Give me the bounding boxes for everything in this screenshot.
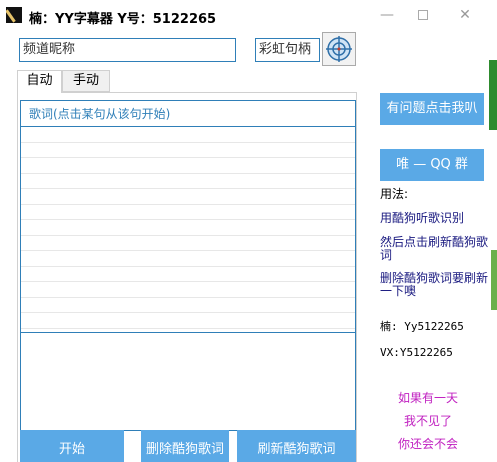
lyrics-list-header: 歌词(点击某句从该句开始) (21, 101, 355, 127)
poem-line: 如果有一天 (397, 391, 458, 405)
delete-lyrics-button[interactable]: 删除酷狗歌词 (141, 430, 229, 462)
list-item[interactable] (21, 251, 355, 267)
contact-wechat: VX:Y5122265 (380, 346, 453, 359)
tab-manual[interactable]: 手动 (62, 70, 110, 92)
usage-step: 删除酷狗歌词要刷新一下噢 (380, 271, 489, 298)
list-item[interactable] (21, 205, 355, 220)
background-edge (491, 250, 497, 310)
contact-yy: 楠: Yy5122265 (380, 320, 464, 333)
list-item[interactable] (21, 143, 355, 158)
crosshair-icon (326, 36, 352, 62)
rainbow-handle-field[interactable]: 彩虹句柄 (255, 38, 320, 62)
background-edge (489, 60, 497, 130)
usage-title: 用法: (380, 187, 409, 201)
output-area[interactable] (20, 333, 356, 431)
list-item[interactable] (21, 174, 355, 189)
channel-nickname-input[interactable]: 频道昵称 (19, 38, 236, 62)
refresh-lyrics-button[interactable]: 刷新酷狗歌词 (237, 430, 356, 462)
minimize-button[interactable]: — (370, 4, 404, 26)
list-item[interactable] (21, 298, 355, 313)
list-item[interactable] (21, 267, 355, 282)
app-icon (6, 7, 22, 23)
window-picker-button[interactable] (322, 32, 356, 66)
usage-step: 然后点击刷新酷狗歌词 (380, 235, 489, 262)
list-item[interactable] (21, 313, 355, 329)
list-item[interactable] (21, 236, 355, 251)
usage-step: 用酷狗听歌识别 (380, 211, 465, 225)
maximize-icon (418, 10, 428, 20)
poem-line: 你还会不会 (397, 437, 458, 451)
list-item[interactable] (21, 220, 355, 236)
start-button[interactable]: 开始 (20, 430, 124, 462)
list-item[interactable] (21, 282, 355, 298)
list-item[interactable] (21, 158, 355, 174)
help-button[interactable]: 有问题点击我叭 (380, 93, 484, 125)
close-button[interactable]: ✕ (448, 4, 482, 26)
list-item[interactable] (21, 189, 355, 205)
poem-line: 我不见了 (403, 414, 452, 428)
lyrics-list[interactable]: 歌词(点击某句从该句开始) (20, 100, 356, 333)
tab-auto[interactable]: 自动 (17, 70, 62, 93)
qq-group-button[interactable]: 唯 — QQ 群 (380, 149, 484, 181)
title-bar: 楠：YY字幕器 Y号：5122265 — ✕ (0, 0, 497, 30)
maximize-button[interactable] (406, 4, 440, 26)
list-item[interactable] (21, 127, 355, 143)
window-title: 楠：YY字幕器 Y号：5122265 (29, 12, 217, 27)
